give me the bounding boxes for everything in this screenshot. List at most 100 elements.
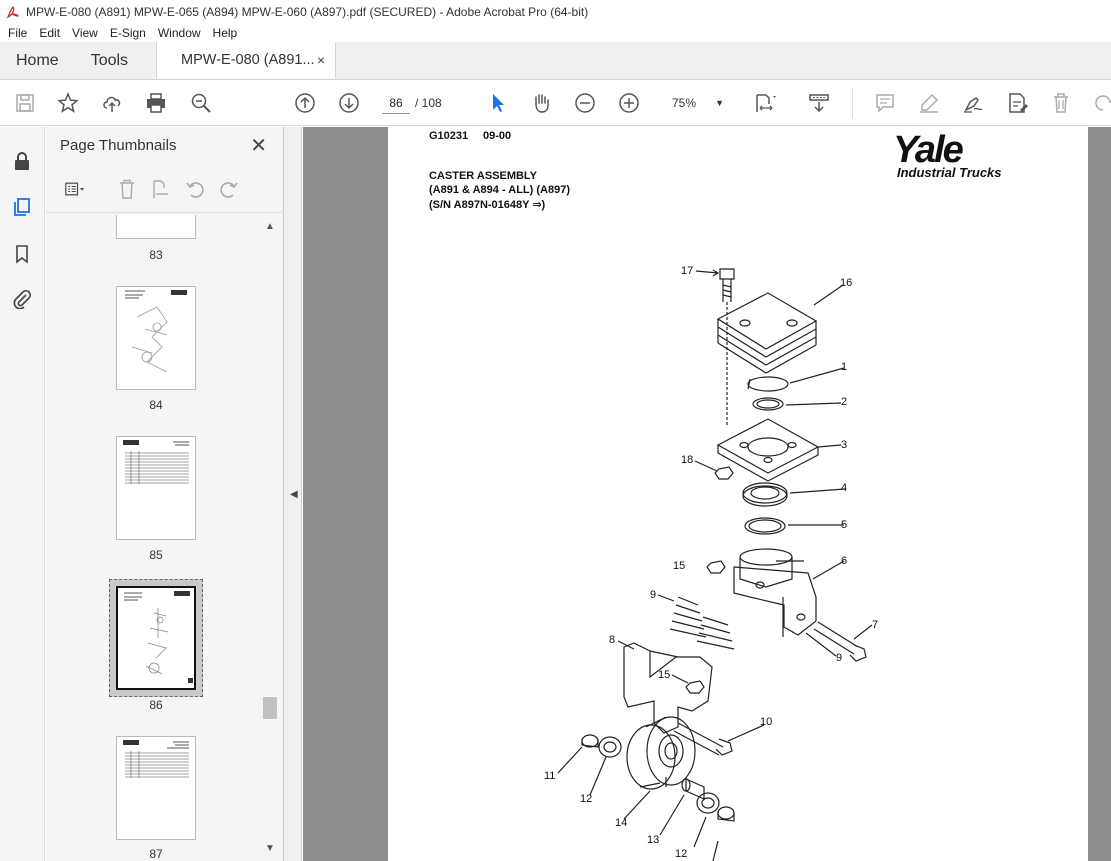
tab-document[interactable]: MPW-E-080 (A891... × <box>156 42 337 79</box>
panel-close-icon[interactable]: ✕ <box>250 133 267 158</box>
menu-esign[interactable]: E-Sign <box>104 26 152 40</box>
trash-icon <box>120 179 134 199</box>
bookmarks-button[interactable] <box>10 242 34 266</box>
pdf-page: G10231 09-00 CASTER ASSEMBLY (A891 & A89… <box>388 127 1088 861</box>
panel-splitter[interactable]: ◀ <box>284 127 302 861</box>
thumbnail-table <box>123 740 189 778</box>
callout-6: 6 <box>841 555 848 567</box>
callout-11: 11 <box>544 770 556 782</box>
window-title: MPW-E-080 (A891) MPW-E-065 (A894) MPW-E-… <box>26 5 589 19</box>
print-button[interactable] <box>143 90 169 116</box>
edit-pdf-button[interactable] <box>1004 90 1030 116</box>
bookmark-star-button[interactable] <box>55 90 81 116</box>
list-options-icon <box>65 182 85 196</box>
rotate-button[interactable] <box>1090 90 1111 116</box>
thumbnail-page[interactable] <box>116 436 196 540</box>
printer-icon <box>147 93 165 113</box>
thumbnail-label: 86 <box>149 698 163 712</box>
navigation-rail <box>0 127 45 861</box>
callout-1: 1 <box>841 361 848 373</box>
security-button[interactable] <box>10 149 34 173</box>
page-thumbnails-button[interactable] <box>10 195 34 219</box>
save-button[interactable] <box>12 90 38 116</box>
rotate-left-icon <box>186 182 204 198</box>
toolbar: 86 / 108 75% ▼ <box>0 80 1111 126</box>
scroll-up-icon[interactable]: ▲ <box>265 221 275 232</box>
comment-button[interactable] <box>872 90 898 116</box>
callout-3: 3 <box>841 439 848 451</box>
cursor-arrow-icon <box>493 94 504 112</box>
menu-window[interactable]: Window <box>152 26 207 40</box>
highlight-button[interactable] <box>916 90 942 116</box>
magnifier-zoom-icon <box>191 93 211 113</box>
menu-edit[interactable]: Edit <box>33 26 66 40</box>
zoom-in-button[interactable] <box>616 90 642 116</box>
thumbnail-list: 83 84 85 86 87 <box>46 215 262 861</box>
page-fit-button[interactable] <box>752 90 778 116</box>
thumbnail-scrollbar[interactable]: ▲ ▼ <box>262 219 278 857</box>
callout-12b: 12 <box>675 848 688 860</box>
collapse-panel-icon[interactable]: ◀ <box>290 489 298 500</box>
star-icon <box>57 92 79 113</box>
thumbnail-page[interactable] <box>116 215 196 239</box>
thumbnail-label: 85 <box>149 548 163 562</box>
tab-close-icon[interactable]: × <box>317 52 325 68</box>
thumbnail-options-button[interactable] <box>58 175 92 203</box>
edit-pdf-icon <box>1009 93 1028 113</box>
callout-2: 2 <box>841 396 848 408</box>
tab-tools[interactable]: Tools <box>75 42 144 79</box>
scroll-mode-button[interactable] <box>806 90 832 116</box>
callout-7: 7 <box>872 619 879 631</box>
pages-icon <box>14 198 30 216</box>
acrobat-icon <box>6 6 19 19</box>
thumbnail-page[interactable] <box>116 286 196 390</box>
select-tool-button[interactable] <box>485 90 511 116</box>
arrow-down-circle-icon <box>339 93 359 113</box>
zoom-search-button[interactable] <box>188 90 214 116</box>
callout-12: 12 <box>580 793 593 805</box>
menu-file[interactable]: File <box>2 26 33 40</box>
cloud-upload-icon <box>103 96 121 112</box>
tab-home[interactable]: Home <box>0 42 75 79</box>
next-page-button[interactable] <box>336 90 362 116</box>
delete-pages-button[interactable] <box>110 175 144 203</box>
menu-help[interactable]: Help <box>207 26 244 40</box>
extract-pages-button[interactable] <box>144 175 178 203</box>
callout-13: 13 <box>647 834 660 846</box>
toolbar-separator <box>852 88 853 118</box>
callout-15: 15 <box>673 560 686 572</box>
callout-17: 17 <box>681 265 694 277</box>
thumbnail-label: 84 <box>149 398 163 412</box>
menu-view[interactable]: View <box>66 26 104 40</box>
callout-5: 5 <box>841 519 848 531</box>
panel-divider <box>46 212 284 213</box>
rotate-right-button[interactable] <box>212 175 246 203</box>
callout-4: 4 <box>841 482 848 494</box>
page-fit-icon <box>756 94 776 112</box>
upload-button[interactable] <box>99 90 125 116</box>
attachments-button[interactable] <box>10 287 34 311</box>
thumbnail-drawing <box>125 290 187 373</box>
sign-button[interactable] <box>960 90 986 116</box>
page-number-input[interactable]: 86 <box>382 92 410 114</box>
highlighter-icon <box>920 93 939 113</box>
zoom-dropdown[interactable]: 75% ▼ <box>660 92 730 114</box>
callout-9b: 9 <box>836 652 843 664</box>
rotate-left-button[interactable] <box>178 175 212 203</box>
thumbnail-drawing <box>124 591 193 683</box>
document-view[interactable]: G10231 09-00 CASTER ASSEMBLY (A891 & A89… <box>303 127 1111 861</box>
save-icon <box>16 94 34 112</box>
thumbnail-page-current[interactable] <box>116 586 196 690</box>
menu-bar: File Edit View E-Sign Window Help <box>0 24 1111 42</box>
thumbnail-page[interactable] <box>116 736 196 840</box>
delete-button[interactable] <box>1048 90 1074 116</box>
hand-tool-button[interactable] <box>528 90 554 116</box>
zoom-out-button[interactable] <box>572 90 598 116</box>
previous-page-button[interactable] <box>292 90 318 116</box>
scrollbar-thumb[interactable] <box>263 697 277 719</box>
minus-circle-icon <box>575 93 595 113</box>
callout-10: 10 <box>760 716 773 728</box>
bookmark-icon <box>16 245 28 264</box>
thumbnail-table <box>123 440 189 484</box>
scroll-down-icon[interactable]: ▼ <box>265 843 275 854</box>
